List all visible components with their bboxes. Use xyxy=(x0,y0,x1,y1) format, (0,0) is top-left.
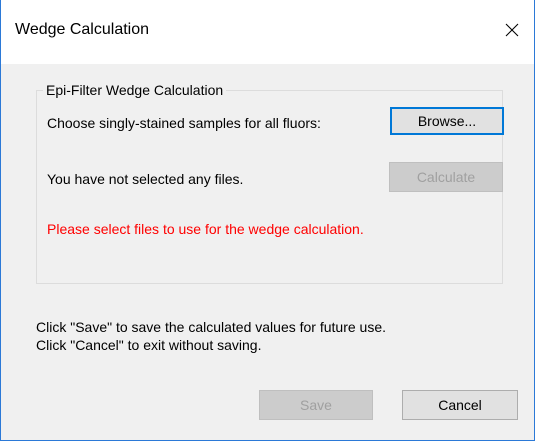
window-title: Wedge Calculation xyxy=(15,21,150,38)
browse-button[interactable]: Browse... xyxy=(390,107,504,135)
group-box-legend: Epi-Filter Wedge Calculation xyxy=(43,82,227,98)
close-icon xyxy=(504,22,520,43)
save-button[interactable]: Save xyxy=(259,390,373,420)
choose-samples-label: Choose singly-stained samples for all fl… xyxy=(47,115,321,131)
cancel-instruction-text: Click "Cancel" to exit without saving. xyxy=(36,337,262,353)
title-bar: Wedge Calculation xyxy=(1,0,534,64)
close-button[interactable] xyxy=(490,12,534,52)
dialog-body: Epi-Filter Wedge Calculation Choose sing… xyxy=(1,64,534,440)
warning-message: Please select files to use for the wedge… xyxy=(47,221,364,237)
cancel-button[interactable]: Cancel xyxy=(402,390,518,420)
dialog-window: Wedge Calculation Epi-Filter Wedge Calcu… xyxy=(0,0,535,441)
save-instruction-text: Click "Save" to save the calculated valu… xyxy=(36,319,387,335)
calculate-button[interactable]: Calculate xyxy=(389,162,503,192)
selection-status-text: You have not selected any files. xyxy=(47,171,244,187)
